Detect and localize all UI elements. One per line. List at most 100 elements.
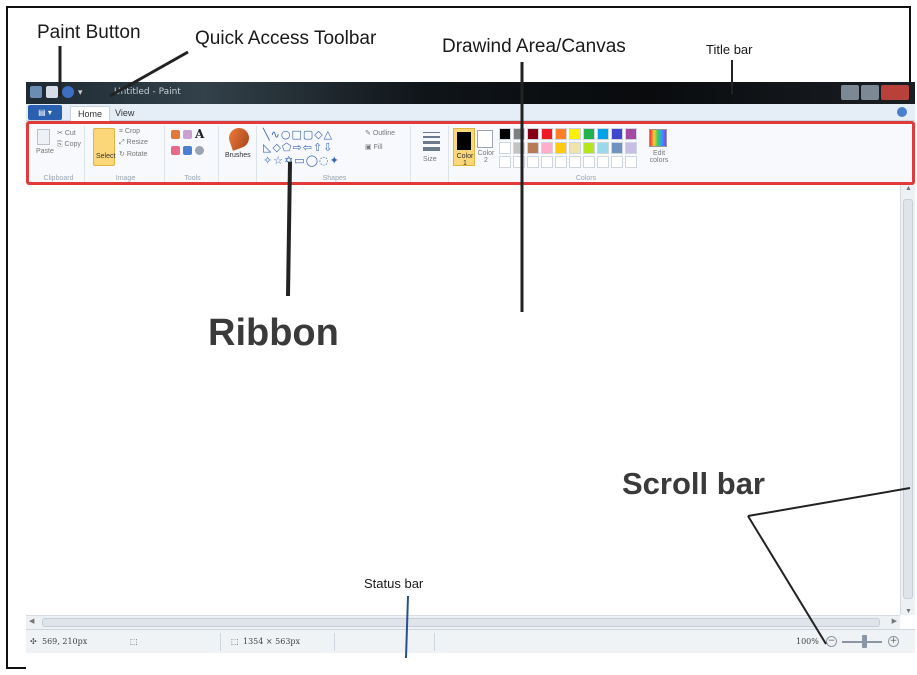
rotate-button[interactable]: ↻ Rotate: [119, 150, 147, 158]
text-tool-icon[interactable]: A: [195, 127, 204, 141]
selection-size-icon: ⬚: [130, 637, 138, 646]
palette-color-swatch[interactable]: [541, 142, 553, 154]
scroll-left-icon[interactable]: ◀: [29, 617, 34, 625]
cursor-position-icon: ✣: [30, 637, 37, 646]
paste-button[interactable]: Paste: [36, 148, 54, 155]
tab-home[interactable]: Home: [70, 106, 111, 121]
rotate-icon: ↻: [119, 151, 127, 158]
annotation-status-bar: Status bar: [364, 576, 424, 591]
scroll-down-icon[interactable]: ▼: [905, 608, 912, 615]
custom-color-slot[interactable]: [555, 156, 567, 168]
brushes-button[interactable]: Brushes: [225, 152, 251, 159]
custom-color-slot[interactable]: [611, 156, 623, 168]
tab-view[interactable]: View: [108, 106, 141, 121]
palette-color-swatch[interactable]: [499, 142, 511, 154]
edit-colors-icon[interactable]: [649, 129, 667, 147]
fill-bucket-icon[interactable]: [183, 130, 192, 139]
resize-icon: ⤢: [119, 139, 127, 146]
palette-color-swatch[interactable]: [513, 142, 525, 154]
color-picker-icon[interactable]: [183, 146, 192, 155]
palette-color-swatch[interactable]: [597, 128, 609, 140]
vertical-scrollbar[interactable]: ▲ ▼: [900, 185, 915, 615]
rotate-label: Rotate: [126, 151, 148, 158]
drawing-canvas[interactable]: [26, 185, 900, 615]
crop-button[interactable]: ⌗ Crop: [119, 128, 140, 136]
palette-color-swatch[interactable]: [583, 142, 595, 154]
custom-color-slot[interactable]: [499, 156, 511, 168]
colors-group-label: Colors: [575, 175, 597, 182]
status-bar: ✣ 569, 210px ⬚ ⬚ 1354 × 563px 100% − +: [26, 629, 915, 653]
customize-quick-access-icon[interactable]: ▾: [78, 86, 88, 98]
paint-button[interactable]: ▤ ▾: [28, 105, 62, 120]
palette-color-swatch[interactable]: [583, 128, 595, 140]
copy-icon: ⎘: [57, 141, 65, 148]
scroll-up-icon[interactable]: ▲: [905, 185, 912, 192]
palette-color-swatch[interactable]: [625, 142, 637, 154]
size-icon[interactable]: [423, 132, 440, 154]
status-separator: [334, 633, 335, 651]
magnifier-icon[interactable]: [195, 146, 204, 155]
zoom-slider-thumb[interactable]: [862, 635, 867, 648]
undo-icon[interactable]: [62, 86, 74, 98]
palette-color-swatch[interactable]: [611, 142, 623, 154]
palette-color-swatch[interactable]: [625, 128, 637, 140]
vertical-scroll-thumb[interactable]: [903, 199, 913, 599]
window-title: Untitled - Paint: [114, 87, 181, 97]
save-icon[interactable]: [46, 86, 58, 98]
pencil-icon[interactable]: [171, 130, 180, 139]
palette-color-swatch[interactable]: [527, 128, 539, 140]
close-button[interactable]: [881, 85, 909, 100]
palette-color-swatch[interactable]: [555, 142, 567, 154]
annotation-paint-button: Paint Button: [37, 22, 141, 43]
brushes-group: Brushes: [221, 125, 257, 182]
custom-color-slot[interactable]: [569, 156, 581, 168]
colors-group: Color 1 Color 2 Edit colors Colors: [451, 126, 721, 182]
size-group: Size: [413, 126, 449, 182]
brushes-icon[interactable]: [226, 125, 252, 151]
resize-button[interactable]: ⤢ Resize: [119, 139, 148, 147]
annotation-title-bar: Title bar: [706, 42, 753, 57]
paste-icon[interactable]: [37, 129, 50, 145]
size-button[interactable]: Size: [423, 156, 437, 163]
title-bar[interactable]: ▾ Untitled - Paint: [26, 82, 915, 104]
cut-button[interactable]: ✂ Cut: [57, 129, 76, 137]
custom-color-slot[interactable]: [597, 156, 609, 168]
maximize-button[interactable]: [861, 85, 879, 100]
ribbon: Paste ✂ Cut ⎘ Copy Clipboard Select ⌗ Cr…: [26, 121, 915, 185]
horizontal-scroll-thumb[interactable]: [42, 618, 880, 627]
zoom-in-button[interactable]: +: [888, 636, 899, 647]
palette-color-swatch[interactable]: [569, 128, 581, 140]
image-group: Select ⌗ Crop ⤢ Resize ↻ Rotate Image: [87, 126, 165, 182]
scroll-right-icon[interactable]: ▶: [892, 617, 897, 625]
outline-button[interactable]: ✎ Outline: [365, 129, 395, 137]
palette-color-swatch[interactable]: [597, 142, 609, 154]
custom-color-slot[interactable]: [513, 156, 525, 168]
scissors-icon: ✂: [57, 130, 65, 137]
copy-button[interactable]: ⎘ Copy: [57, 141, 81, 149]
help-icon[interactable]: [897, 107, 907, 117]
eraser-icon[interactable]: [171, 146, 180, 155]
palette-color-swatch[interactable]: [513, 128, 525, 140]
edit-colors-button[interactable]: Edit colors: [647, 150, 671, 164]
palette-color-swatch[interactable]: [569, 142, 581, 154]
palette-color-swatch[interactable]: [527, 142, 539, 154]
quick-access-toolbar: ▾: [30, 86, 88, 98]
palette-color-swatch[interactable]: [499, 128, 511, 140]
cut-label: Cut: [64, 130, 76, 137]
custom-color-slot[interactable]: [625, 156, 637, 168]
select-button[interactable]: Select: [93, 128, 115, 166]
color1-button[interactable]: Color 1: [453, 128, 475, 167]
palette-color-swatch[interactable]: [555, 128, 567, 140]
custom-color-slot[interactable]: [541, 156, 553, 168]
zoom-out-button[interactable]: −: [826, 636, 837, 647]
palette-color-swatch[interactable]: [541, 128, 553, 140]
fill-button[interactable]: ▣ Fill: [365, 143, 383, 151]
custom-color-slot[interactable]: [527, 156, 539, 168]
horizontal-scrollbar[interactable]: ◀ ▶: [26, 615, 900, 629]
minimize-button[interactable]: [841, 85, 859, 100]
palette-color-swatch[interactable]: [611, 128, 623, 140]
tools-group-label: Tools: [184, 175, 201, 182]
color2-button[interactable]: [477, 130, 493, 148]
custom-color-slot[interactable]: [583, 156, 595, 168]
shapes-gallery[interactable]: ╲∿○□▢◇△ ◺◇⬠⇨⇦⇧⇩ ✧☆✡▭◯◌✦: [263, 128, 361, 168]
